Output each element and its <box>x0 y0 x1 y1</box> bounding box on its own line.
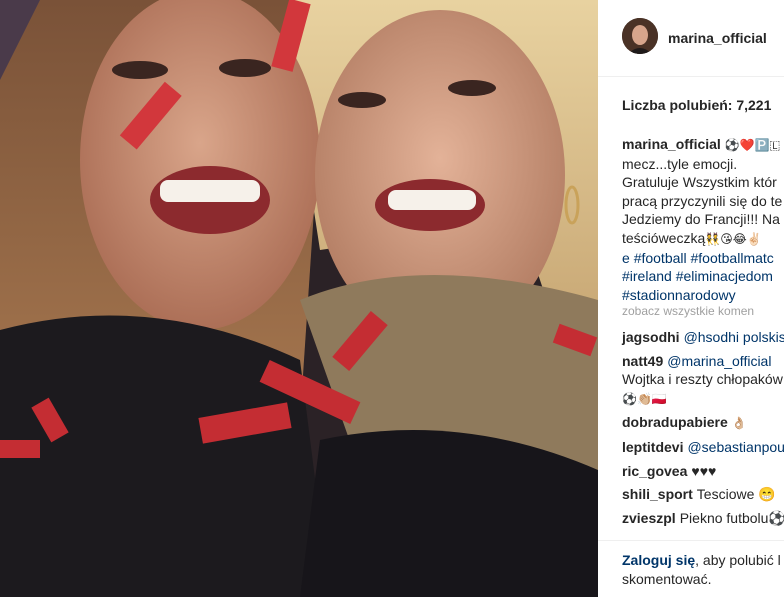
caption-line: Gratuluje Wszystkim któr <box>622 174 777 191</box>
hashtag-link[interactable]: #ireland #eliminacjedom <box>622 267 784 286</box>
comment-username[interactable]: zvieszpl <box>622 510 676 526</box>
caption-line: mecz...tyle emocji. <box>622 155 738 172</box>
comment-username[interactable]: ric_govea <box>622 463 687 479</box>
post-header: marina_official <box>598 0 784 77</box>
comment-item: shili_sport Tesciowe 😁 <box>622 485 784 504</box>
caption-line: teścióweczką <box>622 229 706 246</box>
comment-text: @hsodhi polskis <box>683 329 784 345</box>
hashtag-link[interactable]: #football #footballmatc <box>634 250 774 266</box>
comment-item: leptitdevi @sebastianpou <box>622 438 784 457</box>
caption-emoji-flags: ⚽❤️🅿️🇱 <box>724 138 781 152</box>
comment-item: jagsodhi @hsodhi polskis <box>622 328 784 347</box>
username-link[interactable]: marina_official <box>668 30 767 46</box>
hashtag-link[interactable]: #stadionnarodowy <box>622 286 784 305</box>
caption-emoji-faces: 👯😘😂✌🏻 <box>705 231 762 246</box>
hashtag-prefix: e <box>622 249 630 266</box>
comment-username[interactable]: leptitdevi <box>622 439 683 455</box>
login-prompt: Zaloguj się, aby polubić l skomentować. <box>598 540 784 597</box>
comment-item: ric_govea ♥♥♥ <box>622 462 784 481</box>
caption-line: Jedziemy do Francji!!! Na <box>622 211 780 228</box>
comment-text: ♥♥♥ <box>691 462 717 479</box>
comment-text-continued: Wojtka i reszty chłopaków <box>622 371 783 388</box>
comment-text: 👌🏼 <box>731 416 747 431</box>
comment-username[interactable]: natt49 <box>622 353 663 369</box>
likes-count[interactable]: Liczba polubień: 7,221 <box>622 97 771 113</box>
login-link[interactable]: Zaloguj się <box>622 552 695 568</box>
comment-item: dobradupabiere 👌🏼 <box>622 413 784 433</box>
comment-item: natt49 @marina_official Wojtka i reszty c… <box>622 352 784 409</box>
caption-line: pracą przyczynili się do te <box>622 192 783 209</box>
post-caption: marina_official ⚽❤️🅿️🇱 mecz...tyle emocj… <box>622 135 784 304</box>
comment-text: @sebastianpou <box>687 438 784 455</box>
comment-text: Piekno futbolu⚽ <box>679 509 784 526</box>
post-side-panel: marina_official Liczba polubień: 7,221 m… <box>598 0 784 597</box>
selfie-photo-illustration <box>0 0 598 597</box>
avatar[interactable] <box>622 18 658 54</box>
comment-username[interactable]: shili_sport <box>622 486 693 502</box>
comment-item: zvieszpl Piekno futbolu⚽ <box>622 509 784 528</box>
comment-text: Tesciowe 😁 <box>696 486 776 503</box>
post-photo[interactable] <box>0 0 598 597</box>
comments-list: jagsodhi @hsodhi polskis natt49 @marina_of… <box>622 328 784 532</box>
comment-username[interactable]: dobradupabiere <box>622 414 728 430</box>
caption-username[interactable]: marina_official <box>622 136 721 152</box>
login-prompt-text-2: skomentować. <box>622 570 712 587</box>
comment-username[interactable]: jagsodhi <box>622 329 680 345</box>
comment-text: @marina_official <box>667 352 772 369</box>
view-all-comments-link[interactable]: zobacz wszystkie komen <box>622 304 754 318</box>
comment-emoji: ⚽👏🏼🇵🇱 <box>622 391 667 406</box>
login-prompt-text: , aby polubić l <box>695 552 781 568</box>
